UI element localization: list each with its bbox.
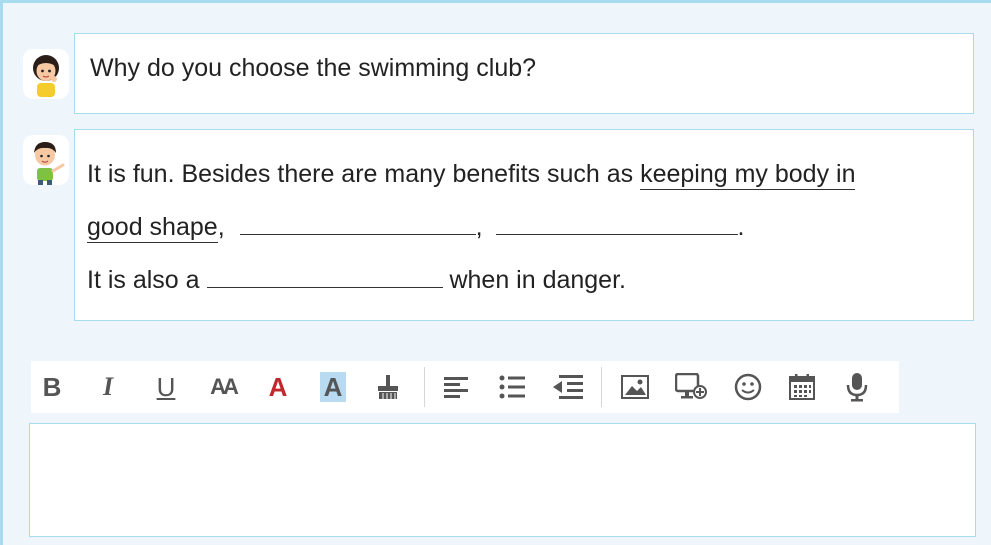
girl-avatar [23, 49, 69, 99]
outdent-icon[interactable] [551, 361, 585, 413]
italic-icon[interactable]: I [93, 361, 123, 413]
sentence-end-period: . [737, 213, 745, 241]
underlined-example-part1: keeping my body in [640, 160, 856, 190]
microphone-icon[interactable] [843, 361, 871, 413]
emoji-icon[interactable] [733, 361, 763, 413]
highlight-color-icon[interactable]: A [317, 361, 349, 413]
answer-text-editor[interactable] [29, 423, 976, 537]
insert-media-icon[interactable] [673, 361, 709, 413]
exercise-panel: Why do you choose the swimming club? It … [0, 0, 991, 545]
align-left-icon[interactable] [441, 361, 471, 413]
bulleted-list-icon[interactable] [497, 361, 527, 413]
bold-icon[interactable]: B [37, 361, 67, 413]
question-bubble: Why do you choose the swimming club? [74, 33, 974, 114]
answer-line-1-prefix: It is fun. Besides there are many benefi… [87, 160, 641, 188]
answer-bubble: It is fun. Besides there are many benefi… [74, 129, 974, 321]
underline-icon[interactable]: U [151, 361, 181, 413]
answer-line-3: It is also a when in danger. [87, 266, 626, 295]
separator-comma-1: , [217, 213, 225, 241]
blank-1 [239, 233, 476, 235]
answer-line-2: good shape, , . [87, 213, 745, 243]
calendar-icon[interactable] [787, 361, 817, 413]
toolbar-separator-1 [424, 367, 425, 407]
blank-2 [495, 233, 738, 235]
separator-comma-2: , [475, 213, 483, 241]
boy-avatar [23, 135, 69, 185]
highlight-color-glyph: A [319, 372, 347, 402]
answer-line-3-suffix: when in danger. [449, 266, 626, 294]
underlined-example-part2: good shape [87, 213, 218, 243]
clear-format-icon[interactable] [373, 361, 403, 413]
answer-line-1: It is fun. Besides there are many benefi… [87, 160, 856, 190]
answer-line-3-prefix: It is also a [87, 266, 207, 294]
font-size-icon[interactable]: AA [203, 361, 243, 413]
insert-image-icon[interactable] [619, 361, 651, 413]
editor-toolbar: B I U AA A A [31, 361, 899, 413]
toolbar-separator-2 [601, 367, 602, 407]
question-text: Why do you choose the swimming club? [90, 54, 537, 82]
blank-3 [206, 286, 443, 288]
font-color-icon[interactable]: A [263, 361, 293, 413]
